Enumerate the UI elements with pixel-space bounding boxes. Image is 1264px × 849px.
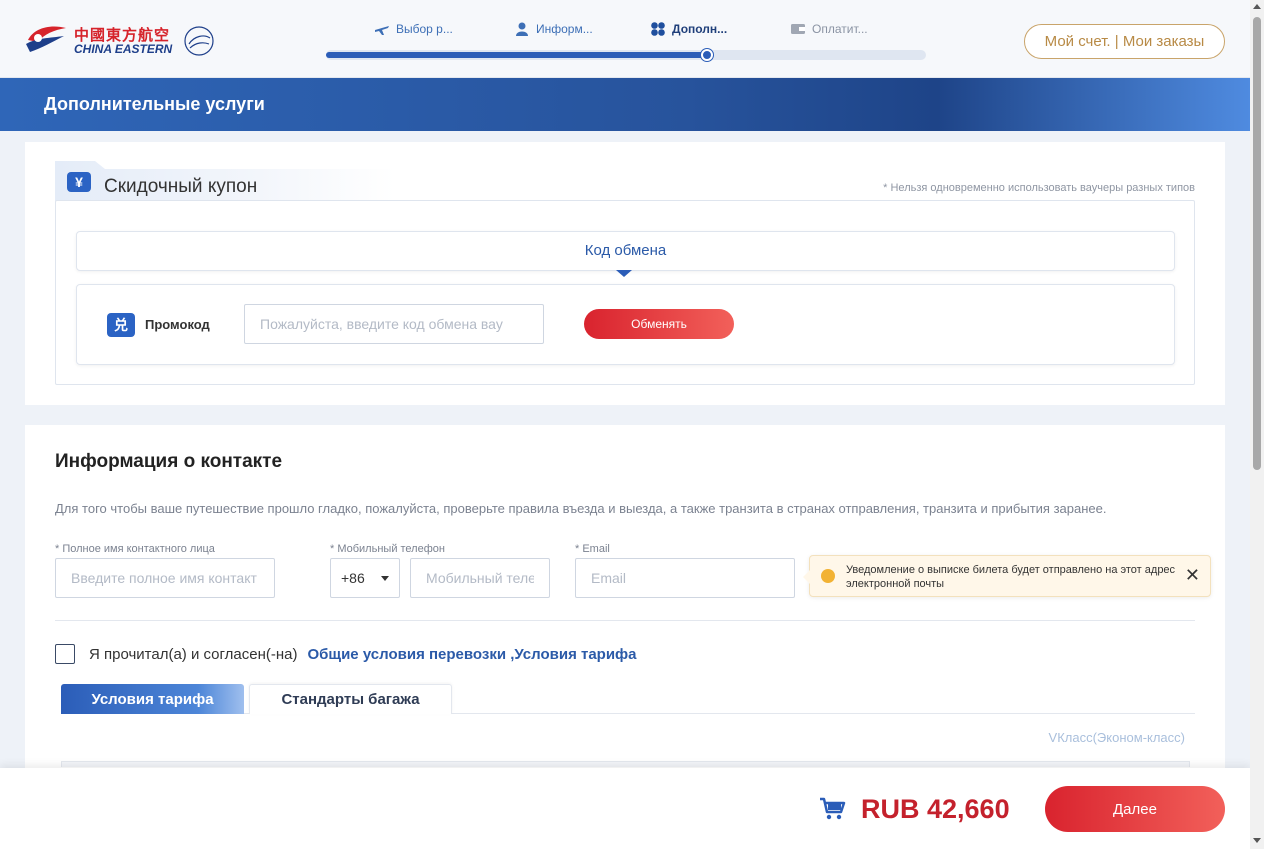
name-label: * Полное имя контактного лица [55, 543, 215, 555]
scroll-down-icon[interactable] [1253, 838, 1261, 843]
coupon-title: Скидочный купон [104, 176, 258, 197]
tab-caret-icon [616, 270, 632, 277]
agree-text: Я прочитал(а) и согласен(-на) [89, 645, 298, 663]
divider [55, 620, 1195, 621]
total-price: RUB 42,660 [861, 794, 1010, 824]
fare-table [61, 761, 1190, 767]
agreement-row: Я прочитал(а) и согласен(-на) Общие усло… [55, 644, 637, 664]
tooltip-text: Уведомление о выписке билета будет отпра… [846, 564, 1176, 590]
rules-tabs: Условия тарифа Стандарты багажа [61, 684, 1195, 714]
next-button[interactable]: Далее [1045, 786, 1225, 832]
page-title: Дополнительные услуги [44, 94, 265, 114]
progress-indicator [701, 49, 713, 61]
section-banner: Дополнительные услуги [0, 78, 1250, 131]
phone-input[interactable] [410, 558, 550, 598]
step-extras[interactable]: Дополн... [650, 22, 727, 36]
country-code-value: +86 [341, 570, 365, 586]
agree-checkbox[interactable] [55, 644, 75, 664]
step-label: Оплатит... [812, 22, 868, 36]
email-input[interactable] [575, 558, 795, 598]
phone-label: * Мобильный телефон [330, 543, 445, 555]
scroll-up-icon[interactable] [1253, 4, 1261, 9]
coupon-note: * Нельзя одновременно использовать вауче… [883, 182, 1195, 194]
yen-icon: ¥ [67, 172, 91, 192]
class-label: VКласс(Эконом-класс) [1048, 730, 1185, 745]
country-code-select[interactable]: +86 [330, 558, 400, 598]
plane-icon [375, 26, 389, 35]
page-scrollbar[interactable] [1250, 0, 1264, 849]
promo-ticket-icon: 兑 [107, 313, 135, 337]
lightbulb-icon [821, 569, 835, 583]
account-orders-button[interactable]: Мой счет. | Мои заказы [1024, 24, 1225, 59]
promo-code-panel: 兑 Промокод Обменять [76, 284, 1175, 365]
china-eastern-logo[interactable]: 中國東方航空 CHINA EASTERN [24, 22, 224, 60]
person-icon [516, 22, 528, 36]
coupon-card: ¥ Скидочный купон * Нельзя одновременно … [25, 142, 1225, 405]
tab-fare-conditions[interactable]: Условия тарифа [61, 684, 244, 714]
step-select-flight[interactable]: Выбор р... [374, 22, 453, 36]
tab-baggage-standards[interactable]: Стандарты багажа [249, 684, 452, 714]
clover-icon [651, 22, 665, 36]
contact-name-input[interactable] [55, 558, 275, 598]
coupon-box: Код обмена 兑 Промокод Обменять [55, 200, 1195, 385]
logo-swallow-icon [26, 26, 66, 52]
footer-bar: RUB 42,660 Далее [0, 768, 1250, 849]
logo-english-text: CHINA EASTERN [74, 42, 173, 56]
close-icon[interactable]: ✕ [1185, 565, 1200, 585]
booking-progress-steps: Выбор р... Информ... Дополн... Оплатит..… [326, 18, 926, 62]
step-label: Информ... [536, 22, 593, 36]
top-header: 中國東方航空 CHINA EASTERN Выбор р... Информ..… [0, 0, 1250, 78]
cart-icon [820, 797, 846, 820]
exchange-button[interactable]: Обменять [584, 309, 734, 339]
promo-code-input[interactable] [244, 304, 544, 344]
skyteam-icon [184, 26, 214, 56]
tab-exchange-code[interactable]: Код обмена [76, 231, 1175, 271]
step-passenger-info[interactable]: Информ... [514, 22, 593, 36]
email-label: * Email [575, 543, 610, 555]
scroll-thumb[interactable] [1253, 17, 1261, 470]
chevron-down-icon [381, 575, 389, 581]
wallet-icon [791, 24, 805, 34]
email-tooltip: Уведомление о выписке билета будет отпра… [803, 555, 1211, 597]
contact-title: Информация о контакте [55, 451, 283, 472]
terms-link[interactable]: Общие условия перевозки ,Условия тарифа [308, 646, 637, 663]
promo-label: Промокод [145, 317, 210, 332]
step-payment[interactable]: Оплатит... [790, 22, 868, 36]
step-label: Выбор р... [396, 22, 453, 36]
contact-description: Для того чтобы ваше путешествие прошло г… [55, 501, 1107, 516]
progress-fill [326, 52, 707, 58]
step-label: Дополн... [672, 22, 728, 36]
